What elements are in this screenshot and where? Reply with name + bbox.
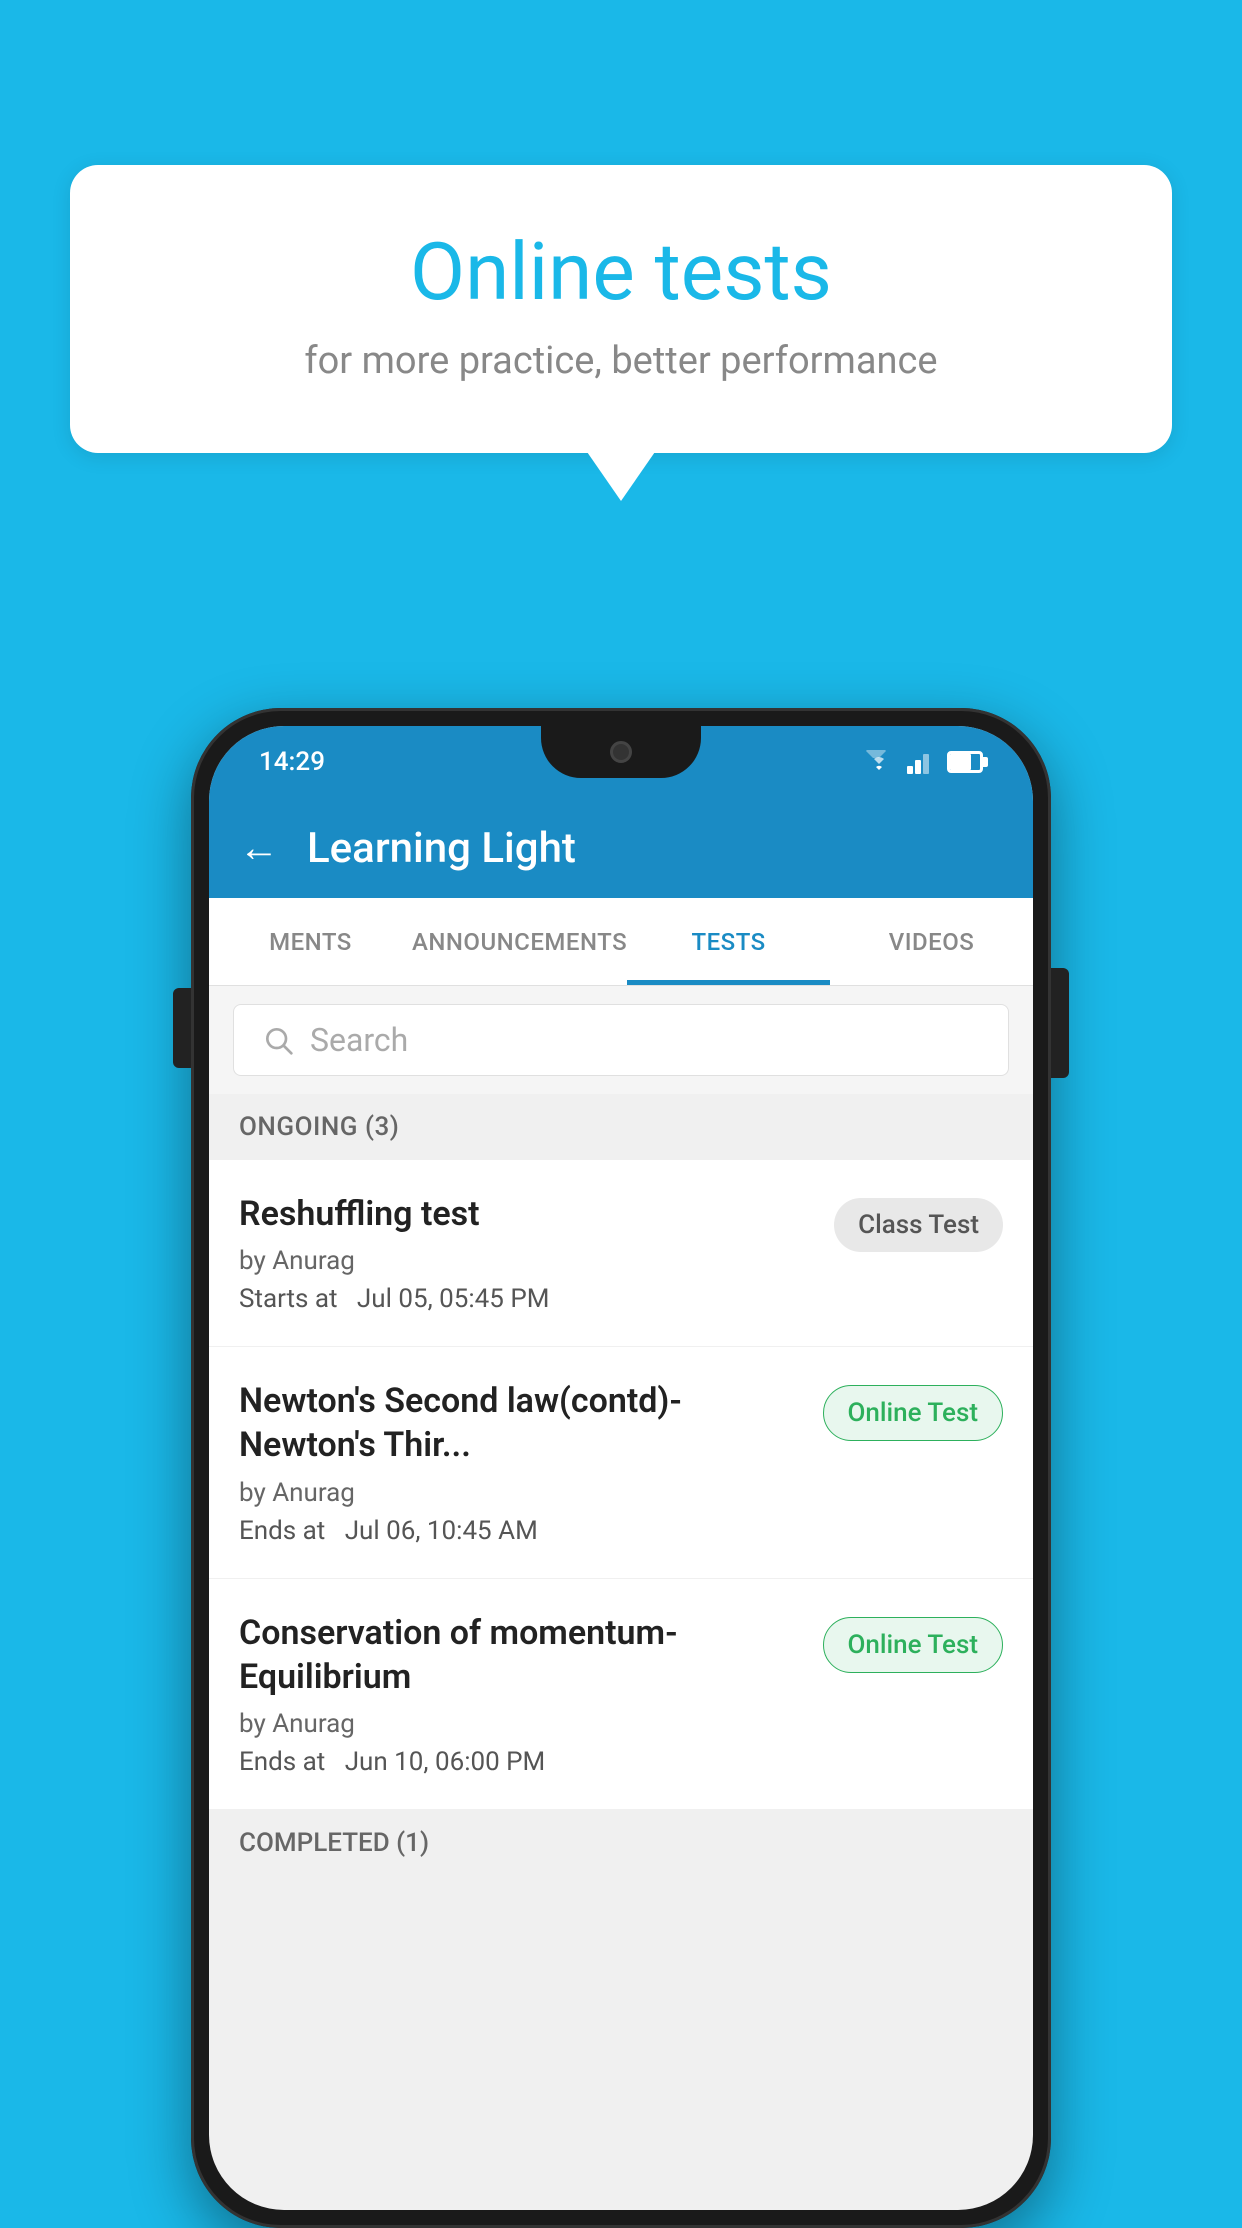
speech-bubble: Online tests for more practice, better p… (70, 165, 1172, 453)
search-icon (262, 1024, 294, 1056)
camera (610, 741, 632, 763)
search-bar[interactable]: Search (233, 1004, 1009, 1076)
test-name: Newton's Second law(contd)-Newton's Thir… (239, 1379, 803, 1467)
phone-screen: 14:29 (209, 726, 1033, 2210)
test-list: Reshuffling test by Anurag Starts at Jul… (209, 1160, 1033, 1810)
phone-outer: 14:29 (191, 708, 1051, 2228)
battery-icon (947, 751, 983, 773)
section-ongoing-header: ONGOING (3) (209, 1094, 1033, 1160)
test-item[interactable]: Reshuffling test by Anurag Starts at Jul… (209, 1160, 1033, 1347)
signal-icon (907, 750, 935, 774)
speech-bubble-container: Online tests for more practice, better p… (70, 165, 1172, 453)
phone-container: 14:29 (191, 708, 1051, 2228)
test-badge-class: Class Test (834, 1198, 1003, 1252)
test-info: Reshuffling test by Anurag Starts at Jul… (239, 1192, 814, 1314)
test-author: by Anurag (239, 1246, 814, 1276)
test-author: by Anurag (239, 1478, 803, 1508)
app-title: Learning Light (307, 824, 576, 873)
test-badge-online: Online Test (823, 1385, 1004, 1441)
tabs-bar: MENTS ANNOUNCEMENTS TESTS VIDEOS (209, 898, 1033, 986)
notch (541, 726, 701, 778)
section-completed-header: COMPLETED (1) (209, 1810, 1033, 1876)
test-time: Ends at Jul 06, 10:45 AM (239, 1516, 803, 1546)
test-info: Newton's Second law(contd)-Newton's Thir… (239, 1379, 803, 1545)
bubble-subtitle: for more practice, better performance (150, 339, 1092, 383)
tab-announcements[interactable]: ANNOUNCEMENTS (412, 898, 627, 985)
test-author: by Anurag (239, 1709, 803, 1739)
tab-videos[interactable]: VIDEOS (830, 898, 1033, 985)
test-info: Conservation of momentum-Equilibrium by … (239, 1611, 803, 1777)
back-button[interactable]: ← (239, 828, 279, 868)
test-time: Starts at Jul 05, 05:45 PM (239, 1284, 814, 1314)
search-container: Search (209, 986, 1033, 1094)
tab-tests[interactable]: TESTS (627, 898, 830, 985)
test-badge-online: Online Test (823, 1617, 1004, 1673)
wifi-icon (863, 750, 895, 774)
bubble-title: Online tests (150, 225, 1092, 319)
test-item[interactable]: Conservation of momentum-Equilibrium by … (209, 1579, 1033, 1810)
app-bar: ← Learning Light (209, 798, 1033, 898)
test-name: Reshuffling test (239, 1192, 814, 1236)
test-item[interactable]: Newton's Second law(contd)-Newton's Thir… (209, 1347, 1033, 1578)
status-icons (863, 750, 983, 774)
tab-ments[interactable]: MENTS (209, 898, 412, 985)
status-bar: 14:29 (209, 726, 1033, 798)
status-time: 14:29 (259, 747, 325, 777)
search-placeholder: Search (310, 1021, 408, 1059)
test-time: Ends at Jun 10, 06:00 PM (239, 1747, 803, 1777)
test-name: Conservation of momentum-Equilibrium (239, 1611, 803, 1699)
